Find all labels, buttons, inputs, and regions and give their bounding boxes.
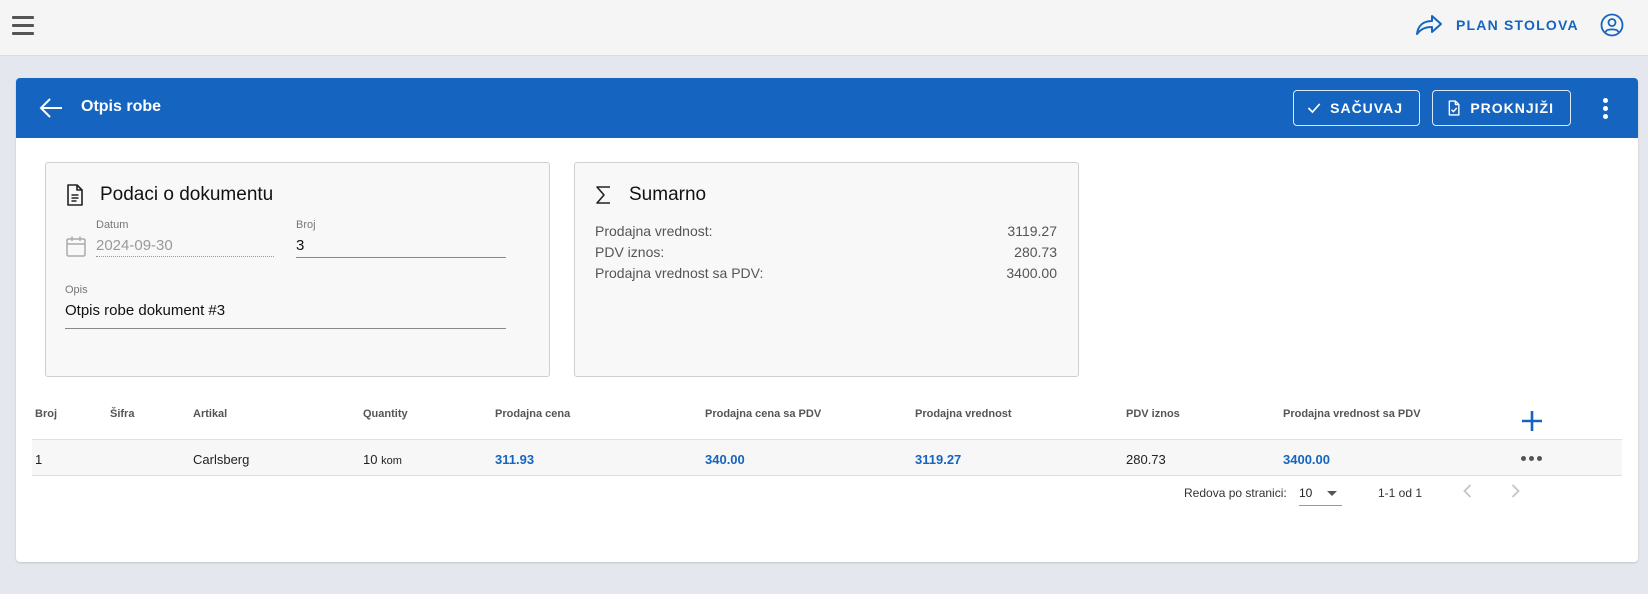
column-header-artikal[interactable]: Artikal: [193, 408, 227, 420]
calendar-icon[interactable]: [65, 235, 87, 259]
document-details-panel: Podaci o dokumentu Datum 2024-09-30 Broj…: [45, 162, 550, 377]
quantity-unit: kom: [381, 455, 402, 467]
date-label: Datum: [96, 219, 129, 231]
number-field-underline: [296, 257, 506, 258]
summary-panel-title: Sumarno: [629, 184, 707, 205]
page-title: Otpis robe: [81, 98, 162, 115]
rows-per-page-label: Redova po stranici:: [1184, 486, 1287, 500]
document-check-icon: [1448, 100, 1460, 116]
cell-broj: 1: [35, 452, 43, 467]
more-horiz-icon[interactable]: [1521, 456, 1543, 462]
rows-per-page-select[interactable]: 10: [1299, 480, 1342, 506]
save-button-label: SAČUVAJ: [1330, 100, 1403, 116]
post-button[interactable]: PROKNJIŽI: [1432, 90, 1571, 126]
cell-artikal: Carlsberg: [193, 452, 250, 467]
summary-label: Prodajna vrednost sa PDV:: [595, 265, 764, 281]
number-field[interactable]: 3: [296, 237, 304, 254]
save-button[interactable]: SAČUVAJ: [1293, 90, 1420, 126]
rows-per-page-value: 10: [1299, 486, 1313, 500]
column-header-quantity[interactable]: Quantity: [363, 408, 408, 420]
document-panel-title: Podaci o dokumentu: [100, 184, 274, 205]
pagination-range: 1-1 od 1: [1378, 486, 1423, 500]
chevron-left-icon[interactable]: [1458, 481, 1478, 501]
date-field[interactable]: 2024-09-30: [96, 237, 173, 254]
cell-prodajna-vrednost-pdv[interactable]: 3400.00: [1283, 452, 1330, 467]
cell-prodajna-cena-pdv[interactable]: 340.00: [705, 452, 745, 467]
column-header-prodajna-vrednost-pdv[interactable]: Prodajna vrednost sa PDV: [1283, 408, 1421, 420]
document-icon: [67, 184, 83, 206]
hamburger-menu-icon[interactable]: [12, 14, 34, 36]
plan-stolova-button[interactable]: PLAN STOLOVA: [1414, 10, 1579, 40]
date-field-underline: [96, 256, 274, 257]
description-field[interactable]: Otpis robe dokument #3: [65, 302, 225, 319]
sigma-icon: [596, 186, 610, 204]
more-vert-icon[interactable]: [1602, 98, 1610, 120]
cell-prodajna-vrednost[interactable]: 3119.27: [915, 452, 961, 467]
cell-quantity: 10 kom: [363, 452, 402, 467]
table-row[interactable]: 1 Carlsberg 10 kom 311.93 340.00 3119.27…: [32, 440, 1622, 476]
post-button-label: PROKNJIŽI: [1470, 100, 1554, 116]
chevron-right-icon[interactable]: [1505, 481, 1525, 501]
summary-value: 280.73: [1014, 244, 1057, 260]
cell-prodajna-cena[interactable]: 311.93: [495, 452, 534, 467]
summary-row-sales-value: Prodajna vrednost: 3119.27: [595, 223, 1057, 239]
document-card: Otpis robe SAČUVAJ PROKNJIŽI Podaci o do: [16, 78, 1638, 562]
plan-stolova-label: PLAN STOLOVA: [1456, 17, 1579, 33]
column-header-prodajna-cena[interactable]: Prodajna cena: [495, 408, 570, 420]
dropdown-caret-icon: [1327, 491, 1337, 496]
top-app-bar: PLAN STOLOVA: [0, 0, 1648, 56]
cell-pdv-iznos: 280.73: [1126, 452, 1166, 467]
summary-row-vat-amount: PDV iznos: 280.73: [595, 244, 1057, 260]
summary-label: PDV iznos:: [595, 244, 665, 260]
summary-value: 3119.27: [1007, 223, 1057, 239]
check-icon: [1307, 103, 1321, 114]
summary-row-sales-value-with-vat: Prodajna vrednost sa PDV: 3400.00: [595, 265, 1057, 281]
number-label: Broj: [296, 219, 316, 231]
column-header-prodajna-cena-pdv[interactable]: Prodajna cena sa PDV: [705, 408, 821, 420]
share-forward-icon: [1416, 15, 1442, 35]
account-circle-icon[interactable]: [1600, 13, 1624, 37]
add-icon[interactable]: [1519, 408, 1545, 434]
summary-label: Prodajna vrednost:: [595, 223, 713, 239]
summary-value: 3400.00: [1006, 265, 1057, 281]
description-label: Opis: [65, 284, 88, 296]
description-field-underline: [65, 328, 506, 329]
column-header-broj[interactable]: Broj: [35, 408, 57, 420]
column-header-pdv-iznos[interactable]: PDV iznos: [1126, 408, 1180, 420]
document-toolbar: Otpis robe SAČUVAJ PROKNJIŽI: [16, 78, 1638, 138]
column-header-sifra[interactable]: Šifra: [110, 408, 134, 420]
summary-panel: Sumarno Prodajna vrednost: 3119.27 PDV i…: [574, 162, 1079, 377]
quantity-value: 10: [363, 452, 378, 467]
column-header-prodajna-vrednost[interactable]: Prodajna vrednost: [915, 408, 1012, 420]
back-arrow-icon[interactable]: [38, 96, 64, 120]
